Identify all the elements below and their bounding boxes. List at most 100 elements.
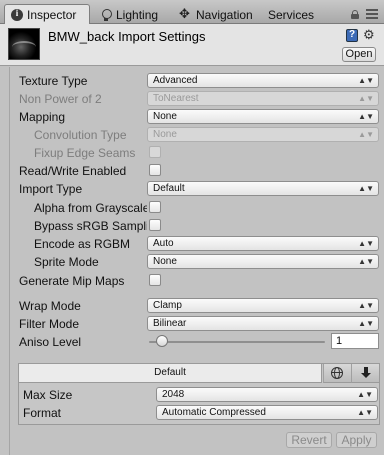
texture-thumbnail — [8, 28, 40, 60]
dropdown-value: Auto — [153, 238, 174, 249]
field-label: Texture Type — [19, 74, 88, 88]
tab-inspector[interactable]: Inspector — [4, 4, 90, 25]
alpha-from-grayscale-row: Alpha from Grayscale — [10, 199, 384, 217]
max-size-dropdown[interactable]: 2048 ▲▼ — [156, 387, 378, 402]
read-write-enabled-checkbox[interactable] — [149, 164, 161, 176]
mapping-row: Mapping None ▲▼ — [10, 108, 384, 126]
tab-services[interactable]: Services — [262, 6, 320, 24]
dropdown-value: ToNearest — [153, 93, 199, 104]
apply-button[interactable]: Apply — [336, 432, 377, 448]
tab-label: Services — [268, 8, 315, 22]
encode-as-rgbm-row: Encode as RGBM Auto ▲▼ — [10, 235, 384, 253]
info-icon — [11, 8, 23, 21]
sprite-mode-dropdown[interactable]: None ▲▼ — [147, 254, 379, 269]
gear-icon[interactable]: ⚙ — [363, 27, 375, 43]
tab-platform-web[interactable] — [323, 364, 351, 383]
field-label: Mapping — [19, 110, 66, 124]
wrap-mode-dropdown[interactable]: Clamp ▲▼ — [147, 298, 379, 313]
dropdown-value: None — [153, 129, 177, 140]
field-label: Fixup Edge Seams — [34, 146, 136, 160]
tab-label: Inspector — [27, 8, 77, 22]
tab-navigation[interactable]: Navigation — [174, 6, 259, 24]
navigation-icon — [179, 6, 192, 22]
dropdown-value: Automatic Compressed — [162, 407, 266, 418]
bypass-srgb-sampling-checkbox[interactable] — [149, 219, 161, 231]
aniso-level-input[interactable]: 1 — [331, 333, 379, 349]
tab-label: Lighting — [116, 8, 159, 22]
dropdown-arrow-icon: ▲▼ — [358, 257, 374, 266]
lightbulb-icon — [100, 9, 112, 21]
import-type-row: Import Type Default ▲▼ — [10, 180, 384, 198]
non-power-of-2-row: Non Power of 2 ToNearest ▲▼ — [10, 90, 384, 108]
dropdown-arrow-icon: ▲▼ — [357, 408, 373, 417]
convolution-type-row: Convolution Type None ▲▼ — [10, 126, 384, 144]
dropdown-value: None — [153, 111, 177, 122]
dropdown-arrow-icon: ▲▼ — [358, 130, 374, 139]
field-label: Aniso Level — [19, 335, 82, 349]
aniso-level-slider-thumb[interactable] — [156, 335, 168, 347]
dropdown-value: None — [153, 256, 177, 267]
generate-mip-maps-checkbox[interactable] — [149, 274, 161, 286]
platform-settings-box: Default Max Size 2048 ▲▼ Format Automati… — [18, 363, 380, 425]
tab-platform-default[interactable]: Default — [19, 364, 322, 383]
dropdown-arrow-icon: ▲▼ — [358, 301, 374, 310]
field-label: Non Power of 2 — [19, 92, 102, 106]
tab-bar: Inspector Lighting Navigation Services — [0, 0, 384, 25]
dropdown-arrow-icon: ▲▼ — [358, 112, 374, 121]
field-label: Alpha from Grayscale — [34, 201, 147, 215]
non-power-of-2-dropdown: ToNearest ▲▼ — [147, 91, 379, 106]
texture-type-dropdown[interactable]: Advanced ▲▼ — [147, 73, 379, 88]
dropdown-arrow-icon: ▲▼ — [358, 319, 374, 328]
tab-lighting[interactable]: Lighting — [94, 6, 164, 24]
field-label: Import Type — [19, 182, 83, 196]
import-type-dropdown[interactable]: Default ▲▼ — [147, 181, 379, 196]
page-title: BMW_back Import Settings — [48, 29, 206, 44]
max-size-row: Max Size 2048 ▲▼ — [19, 386, 379, 404]
field-label: Filter Mode — [19, 317, 80, 331]
filter-mode-row: Filter Mode Bilinear ▲▼ — [10, 315, 384, 333]
revert-button[interactable]: Revert — [286, 432, 332, 448]
download-icon — [360, 367, 372, 380]
open-button[interactable]: Open — [342, 47, 376, 62]
aniso-level-row: Aniso Level 1 — [10, 333, 384, 351]
field-label: Read/Write Enabled — [19, 164, 127, 178]
convolution-type-dropdown: None ▲▼ — [147, 127, 379, 142]
dropdown-arrow-icon: ▲▼ — [358, 94, 374, 103]
read-write-enabled-row: Read/Write Enabled — [10, 162, 384, 180]
field-label: Bypass sRGB Sampling — [34, 219, 147, 233]
dropdown-value: 2048 — [162, 389, 185, 400]
globe-icon — [331, 367, 343, 379]
encode-as-rgbm-dropdown[interactable]: Auto ▲▼ — [147, 236, 379, 251]
help-icon[interactable] — [346, 29, 358, 42]
field-label: Max Size — [23, 388, 73, 402]
alpha-from-grayscale-checkbox[interactable] — [149, 201, 161, 213]
dropdown-value: Default — [153, 183, 185, 194]
tab-menu-icon[interactable] — [366, 9, 378, 19]
mapping-dropdown[interactable]: None ▲▼ — [147, 109, 379, 124]
lock-icon[interactable] — [351, 10, 359, 19]
field-label: Wrap Mode — [19, 299, 81, 313]
texture-type-row: Texture Type Advanced ▲▼ — [10, 72, 384, 90]
dropdown-value: Bilinear — [153, 318, 187, 329]
dropdown-arrow-icon: ▲▼ — [358, 184, 374, 193]
aniso-level-slider-track[interactable] — [149, 341, 325, 343]
format-dropdown[interactable]: Automatic Compressed ▲▼ — [156, 405, 378, 420]
import-settings-panel: Texture Type Advanced ▲▼ Non Power of 2 … — [9, 67, 384, 455]
generate-mip-maps-row: Generate Mip Maps — [10, 272, 384, 290]
bypass-srgb-sampling-row: Bypass sRGB Sampling — [10, 217, 384, 235]
filter-mode-dropdown[interactable]: Bilinear ▲▼ — [147, 316, 379, 331]
tab-label: Navigation — [196, 8, 253, 22]
field-label: Generate Mip Maps — [19, 274, 125, 288]
dropdown-value: Advanced — [153, 75, 198, 86]
fixup-edge-seams-checkbox — [149, 146, 161, 158]
import-settings-header: BMW_back Import Settings ⚙ Open — [0, 24, 384, 66]
field-label: Encode as RGBM — [34, 237, 131, 251]
sprite-mode-row: Sprite Mode None ▲▼ — [10, 253, 384, 271]
wrap-mode-row: Wrap Mode Clamp ▲▼ — [10, 297, 384, 315]
field-label: Format — [23, 406, 62, 420]
fixup-edge-seams-row: Fixup Edge Seams — [10, 144, 384, 162]
field-label: Sprite Mode — [34, 255, 99, 269]
platform-tabs: Default — [19, 364, 379, 383]
tab-platform-standalone[interactable] — [351, 364, 379, 383]
dropdown-value: Clamp — [153, 300, 182, 311]
